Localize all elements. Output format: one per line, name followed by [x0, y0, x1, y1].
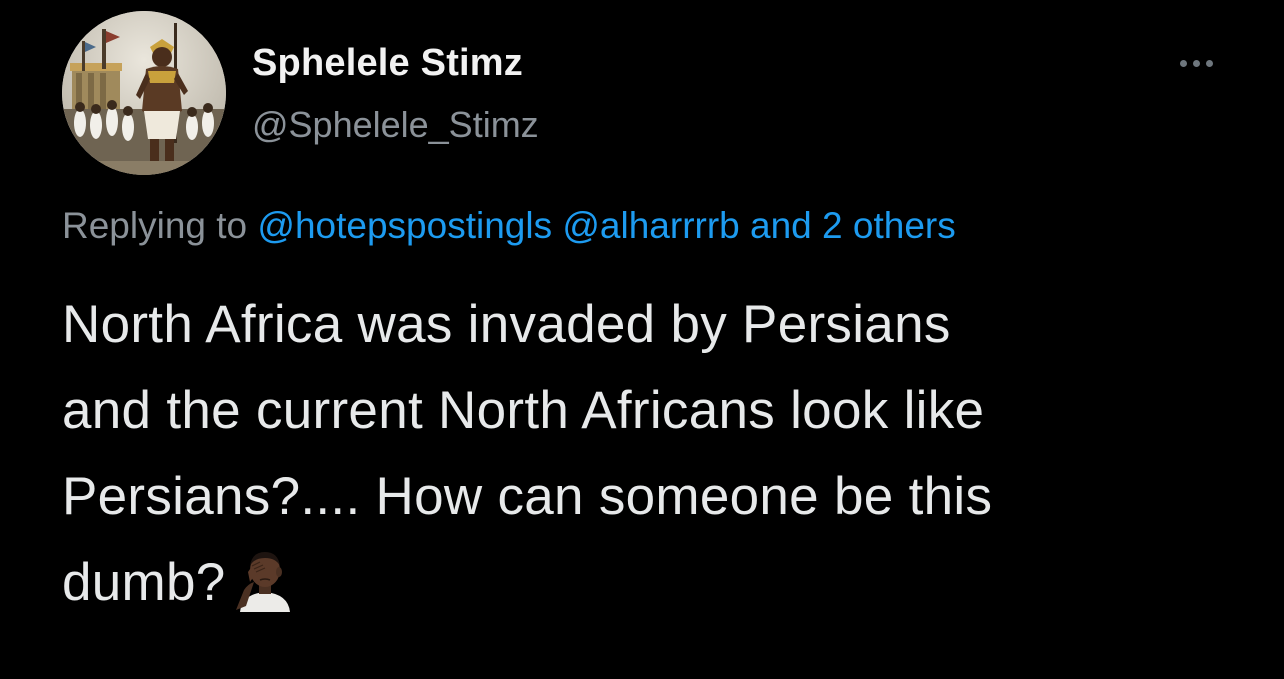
tweet-text: North Africa was invaded by Persians and… — [62, 282, 1242, 626]
pharaoh-painting-avatar-icon — [62, 11, 226, 175]
tweet[interactable]: Sphelele Stimz @Sphelele_Stimz Replying … — [0, 0, 1284, 679]
tweet-text-line: Persians?.... How can someone be this — [62, 467, 993, 526]
mention-link[interactable]: @alharrrrb — [562, 205, 739, 246]
reply-context: Replying to @hotepspostingls @alharrrrb … — [62, 205, 956, 247]
tweet-text-line: and the current North Africans look like — [62, 381, 985, 440]
tweet-text-line: North Africa was invaded by Persians — [62, 295, 951, 354]
tweet-text-line-last: dumb? — [62, 540, 1242, 626]
avatar[interactable] — [62, 11, 226, 175]
others-link[interactable]: and 2 others — [750, 205, 956, 246]
reply-context-prefix: Replying to — [62, 205, 248, 246]
tweet-text-line: dumb? — [62, 553, 226, 612]
author-handle[interactable]: @Sphelele_Stimz — [252, 104, 539, 146]
face-palm-emoji-icon — [230, 544, 300, 614]
author-display-name[interactable]: Sphelele Stimz — [252, 42, 523, 85]
more-options-icon-dot — [1205, 59, 1213, 67]
more-options-icon — [1179, 59, 1187, 67]
more-options-button[interactable] — [1168, 46, 1224, 80]
mention-link[interactable]: @hotepspostingls — [257, 205, 552, 246]
more-options-icon-dot — [1192, 59, 1200, 67]
